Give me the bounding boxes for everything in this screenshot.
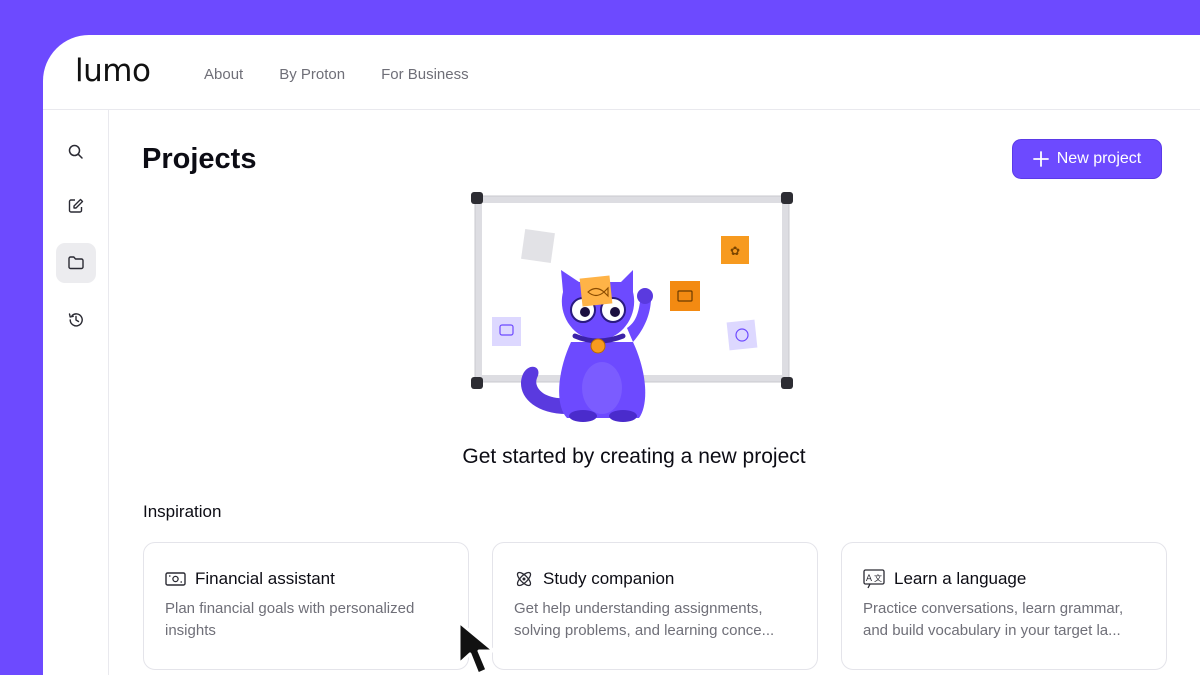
card-description: Get help understanding assignments, solv… [514,598,798,642]
empty-state-message: Get started by creating a new project [462,445,806,468]
card-title: Financial assistant [195,569,335,588]
top-nav: About By Proton For Business [204,66,469,83]
cat-hand [637,288,653,304]
main-content: Projects New project ✿ Get started by cr… [109,110,1200,675]
svg-text:A: A [866,574,873,584]
card-description-line: and build vocabulary in your target la..… [863,622,1121,639]
nav-about[interactable]: About [204,66,243,83]
lumo-logo[interactable]: lumo [75,53,151,89]
empty-state-illustration: ✿ [471,192,793,422]
top-bar: lumo About By Proton For Business [43,35,1200,110]
cat-paw [569,410,597,422]
translate-icon: A 文 [863,569,885,589]
sticky-note-lilac-globe [726,319,758,351]
sidebar-new-chat-button[interactable] [56,186,96,226]
sidebar-history-button[interactable] [56,300,96,340]
inspiration-heading: Inspiration [143,502,222,521]
whiteboard-corner [471,377,483,389]
sidebar [43,110,109,675]
nav-by-proton[interactable]: By Proton [279,66,345,83]
card-header: A 文 Learn a language [863,569,1145,589]
inspiration-cards: Financial assistant Plan financial goals… [143,542,1169,672]
page-title: Projects [142,143,257,175]
card-description: Practice conversations, learn grammar, a… [863,598,1147,642]
history-icon [68,313,83,327]
search-icon [68,144,83,159]
whiteboard-corner [471,192,483,204]
card-title: Study companion [543,569,675,588]
cat-bell [590,338,606,354]
new-project-button[interactable]: New project [1012,139,1162,179]
cat-pupil [610,307,620,317]
sticky-note-gray [521,229,555,263]
edit-icon [68,198,84,213]
card-description-line: Practice conversations, learn grammar, [863,600,1124,617]
atom-icon [516,571,532,587]
sticky-note-orange-folder [670,281,700,311]
whiteboard-corner [781,192,793,204]
money-icon [165,572,186,586]
card-learn-a-language[interactable]: A 文 Learn a language Practice conversati… [841,542,1167,670]
card-title: Learn a language [894,569,1027,588]
card-description: Plan financial goals with personalized i… [165,598,449,642]
cat-belly [582,362,622,414]
sticky-note-lilac [492,317,521,346]
svg-text:文: 文 [874,573,882,583]
card-description-line: solving problems, and learning conce... [514,622,775,639]
card-header: Study companion [514,569,796,589]
plus-icon [1032,151,1049,167]
mouse-cursor-icon [457,620,496,675]
cat-pupil [580,307,590,317]
card-description-line: insights [165,622,216,639]
new-project-label: New project [1056,150,1142,167]
paw-icon: ✿ [730,244,740,258]
nav-for-business[interactable]: For Business [381,66,469,83]
card-financial-assistant[interactable]: Financial assistant Plan financial goals… [143,542,469,670]
card-study-companion[interactable]: Study companion Get help understanding a… [492,542,818,670]
cat-paw [609,410,637,422]
sidebar-projects-button[interactable] [56,243,96,283]
sidebar-search-button[interactable] [56,132,96,172]
card-header: Financial assistant [165,569,447,589]
card-description-line: Plan financial goals with personalized [165,600,415,617]
card-description-line: Get help understanding assignments, [514,600,763,617]
folder-icon [68,256,84,270]
whiteboard-corner [781,377,793,389]
app-window: lumo About By Proton For Business Projec… [43,35,1200,675]
